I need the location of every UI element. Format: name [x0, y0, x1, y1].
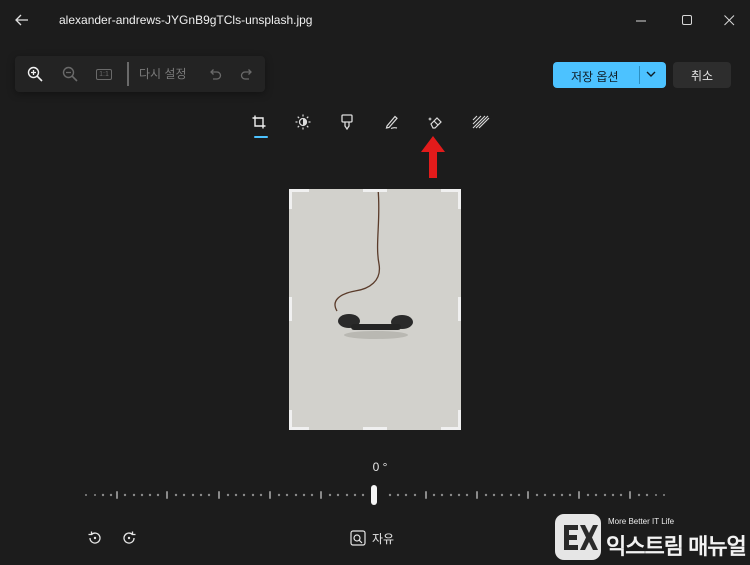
crop-handle-left[interactable]	[289, 297, 292, 321]
watermark-badge-icon	[555, 514, 601, 560]
retouch-tab[interactable]	[426, 113, 446, 131]
zoom-out-icon	[62, 66, 78, 82]
undo-button[interactable]	[205, 65, 225, 83]
active-tab-indicator	[254, 136, 268, 138]
save-options-button[interactable]: 저장 옵션	[553, 62, 666, 88]
photo-image	[289, 189, 461, 430]
toolbar-divider	[127, 62, 129, 86]
crop-handle-bottom-right-v[interactable]	[458, 410, 461, 430]
background-blur-icon	[472, 115, 490, 129]
crop-handle-bottom[interactable]	[363, 427, 387, 430]
reset-button[interactable]: 다시 설정	[139, 65, 187, 82]
window-title: alexander-andrews-JYGnB9gTCls-unsplash.j…	[59, 13, 313, 27]
minimize-button[interactable]	[627, 8, 655, 32]
minimize-icon	[635, 20, 646, 21]
crop-frame[interactable]	[289, 189, 461, 430]
zoom-out-button[interactable]	[60, 65, 80, 83]
markup-icon	[385, 115, 398, 130]
crop-handle-top-left-v[interactable]	[289, 189, 292, 209]
chevron-down-icon[interactable]	[645, 66, 657, 85]
title-bar: alexander-andrews-JYGnB9gTCls-unsplash.j…	[0, 0, 750, 40]
aspect-ratio-icon	[350, 530, 366, 546]
aspect-ratio-label: 자유	[372, 531, 395, 546]
aspect-ratio-button[interactable]: 자유	[350, 527, 394, 549]
undo-icon	[210, 69, 222, 80]
save-divider	[639, 66, 640, 84]
actual-size-label: 1:1	[96, 68, 112, 80]
maximize-button[interactable]	[673, 8, 701, 32]
markup-tab[interactable]	[382, 113, 402, 131]
crop-icon	[252, 115, 266, 129]
rotate-right-button[interactable]	[118, 527, 140, 549]
zoom-in-icon	[27, 66, 43, 82]
crop-handle-top[interactable]	[363, 189, 387, 192]
filter-icon	[341, 114, 353, 130]
adjustment-icon	[295, 114, 311, 130]
actual-size-button[interactable]: 1:1	[93, 65, 115, 83]
close-button[interactable]	[715, 8, 743, 32]
cancel-button[interactable]: 취소	[673, 62, 731, 88]
filter-tab[interactable]	[337, 113, 357, 131]
watermark-name: 익스트림 매뉴얼	[606, 534, 747, 559]
back-button[interactable]	[10, 8, 34, 32]
rotate-right-icon	[123, 531, 136, 544]
zoom-in-button[interactable]	[25, 65, 45, 83]
background-blur-tab[interactable]	[471, 113, 491, 131]
maximize-icon	[681, 14, 692, 25]
view-toolbar: 1:1 다시 설정	[15, 56, 265, 92]
back-arrow-icon	[15, 14, 28, 26]
watermark-logo: More Better IT Life 익스트림 매뉴얼	[554, 511, 750, 565]
watermark-tagline: More Better IT Life	[608, 517, 675, 526]
rotate-left-button[interactable]	[84, 527, 106, 549]
straighten-slider[interactable]	[84, 482, 674, 508]
crop-handle-bottom-left-v[interactable]	[289, 410, 292, 430]
annotation-arrow	[421, 136, 445, 178]
save-options-label: 저장 옵션	[571, 70, 619, 84]
crop-handle-bottom-left[interactable]	[289, 427, 309, 430]
rotate-left-icon	[88, 531, 101, 544]
redo-button[interactable]	[237, 65, 257, 83]
retouch-icon	[428, 117, 442, 129]
adjustment-tab[interactable]	[293, 113, 313, 131]
crop-handle-top-right-v[interactable]	[458, 189, 461, 209]
rotation-angle-label: 0 °	[372, 460, 388, 474]
redo-icon	[240, 69, 252, 80]
straighten-ruler	[85, 485, 665, 505]
crop-handle-top-left[interactable]	[289, 189, 309, 192]
crop-handle-right[interactable]	[458, 297, 461, 321]
close-icon	[723, 14, 734, 25]
crop-tab[interactable]	[249, 113, 269, 131]
